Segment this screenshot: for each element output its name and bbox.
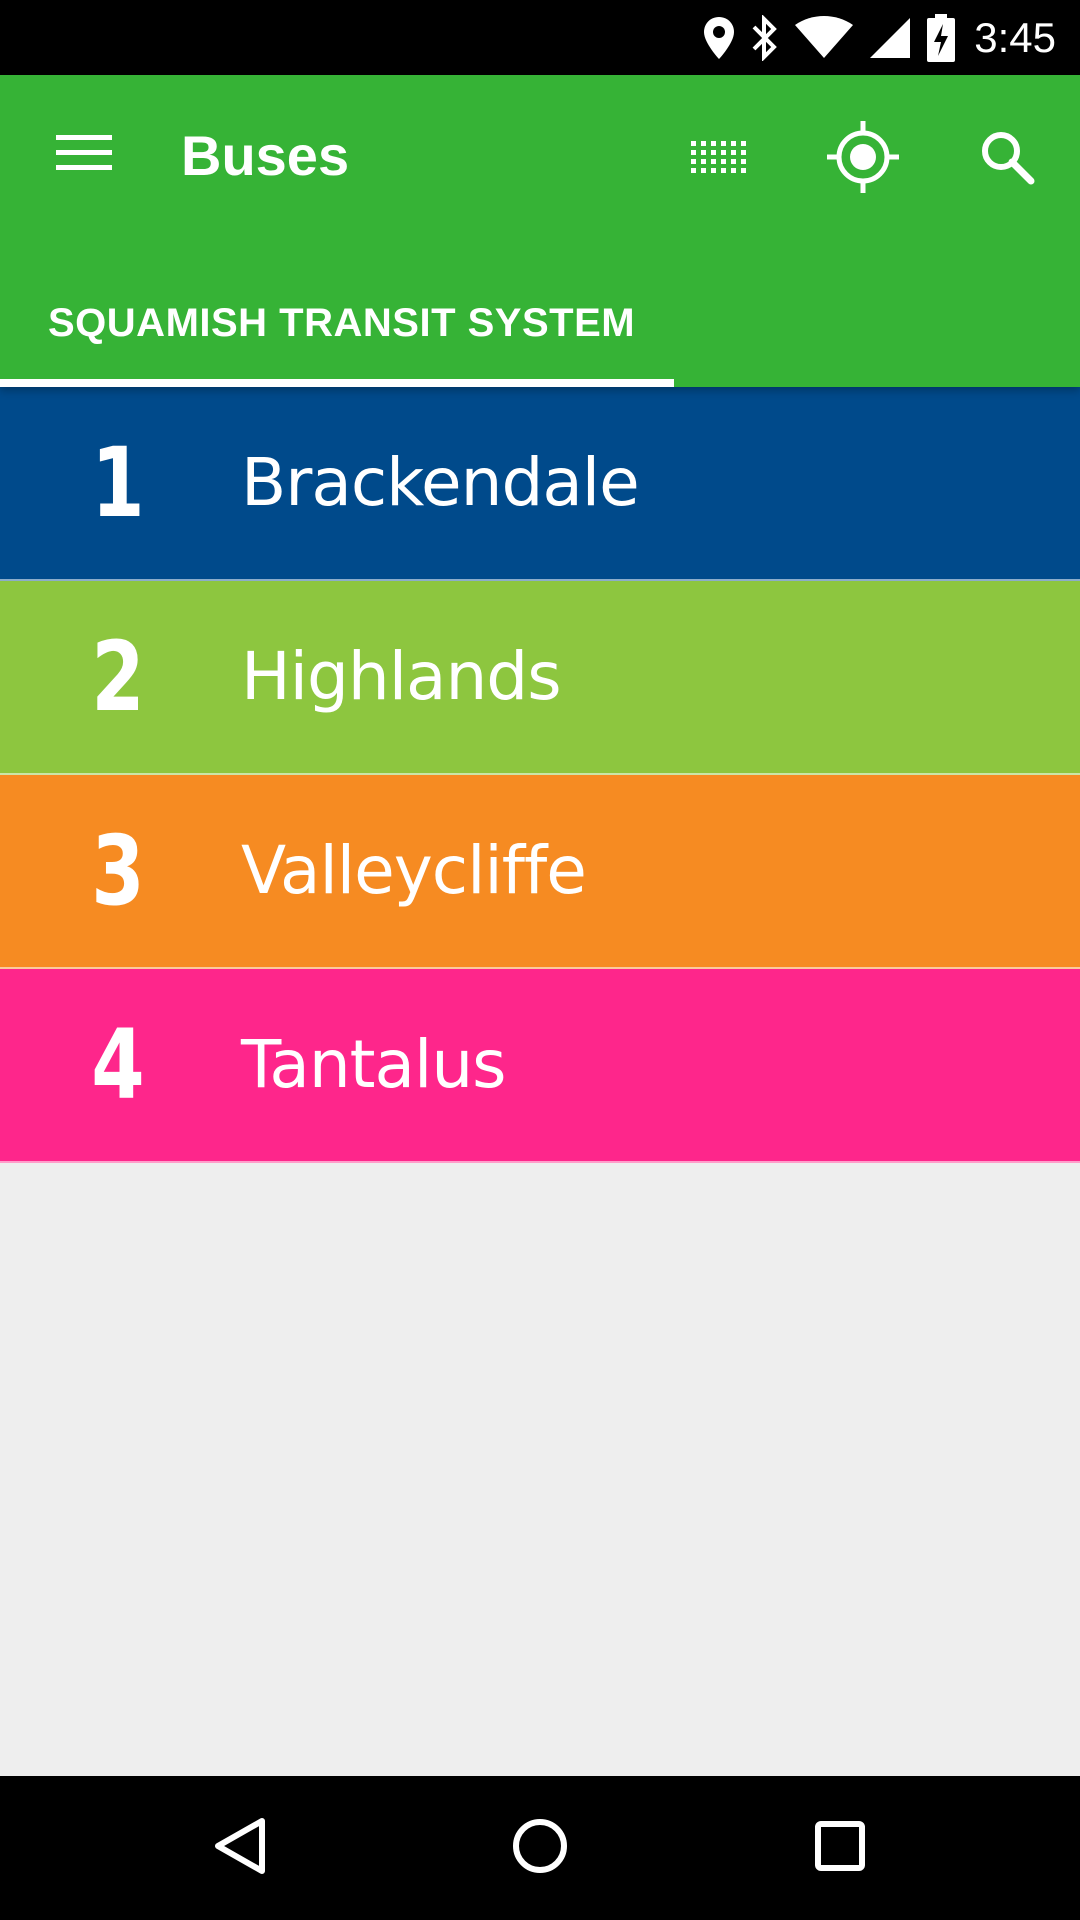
tab-label: SQUAMISH TRANSIT SYSTEM <box>48 301 636 345</box>
route-name: Tantalus <box>241 1026 507 1103</box>
search-icon <box>979 129 1035 190</box>
route-row-3[interactable]: 3 Valleycliffe <box>0 775 1080 969</box>
my-location-icon <box>827 120 899 198</box>
menu-button[interactable] <box>44 122 124 188</box>
route-number: 4 <box>91 1009 145 1121</box>
route-name: Highlands <box>241 638 562 715</box>
home-button[interactable] <box>490 1798 590 1898</box>
route-row-1[interactable]: 1 Brackendale <box>0 387 1080 581</box>
page-title: Buses <box>181 124 350 187</box>
recents-icon <box>814 1820 866 1877</box>
app-bar: Buses SQUAMISH TRANSIT SYSTEM <box>0 75 1080 387</box>
route-list: 1 Brackendale 2 Highlands 3 Valleycliffe… <box>0 387 1080 1163</box>
my-location-button[interactable] <box>821 117 905 201</box>
battery-charging-icon <box>926 13 956 63</box>
route-row-4[interactable]: 4 Tantalus <box>0 969 1080 1163</box>
location-pin-icon <box>702 15 736 61</box>
status-icons: 3:45 <box>688 0 1056 75</box>
home-icon <box>512 1818 568 1879</box>
navigation-bar <box>0 1776 1080 1920</box>
recents-button[interactable] <box>790 1798 890 1898</box>
status-bar: 3:45 <box>0 0 1080 75</box>
status-time: 3:45 <box>974 14 1056 61</box>
search-button[interactable] <box>965 117 1049 201</box>
route-number: 1 <box>91 427 145 539</box>
route-name: Valleycliffe <box>241 832 587 909</box>
route-name: Brackendale <box>241 444 640 521</box>
cell-signal-icon <box>868 16 912 60</box>
grid-view-button[interactable] <box>677 117 761 201</box>
route-number: 3 <box>91 815 145 927</box>
wifi-icon <box>794 15 854 60</box>
back-button[interactable] <box>190 1798 290 1898</box>
tab-squamish-transit-system[interactable]: SQUAMISH TRANSIT SYSTEM <box>0 283 674 387</box>
route-number: 2 <box>91 621 145 733</box>
hamburger-menu-icon <box>56 133 112 178</box>
tab-indicator <box>0 379 674 387</box>
bluetooth-icon <box>750 14 780 61</box>
back-icon <box>212 1816 268 1881</box>
grid-icon <box>691 140 747 178</box>
route-row-2[interactable]: 2 Highlands <box>0 581 1080 775</box>
